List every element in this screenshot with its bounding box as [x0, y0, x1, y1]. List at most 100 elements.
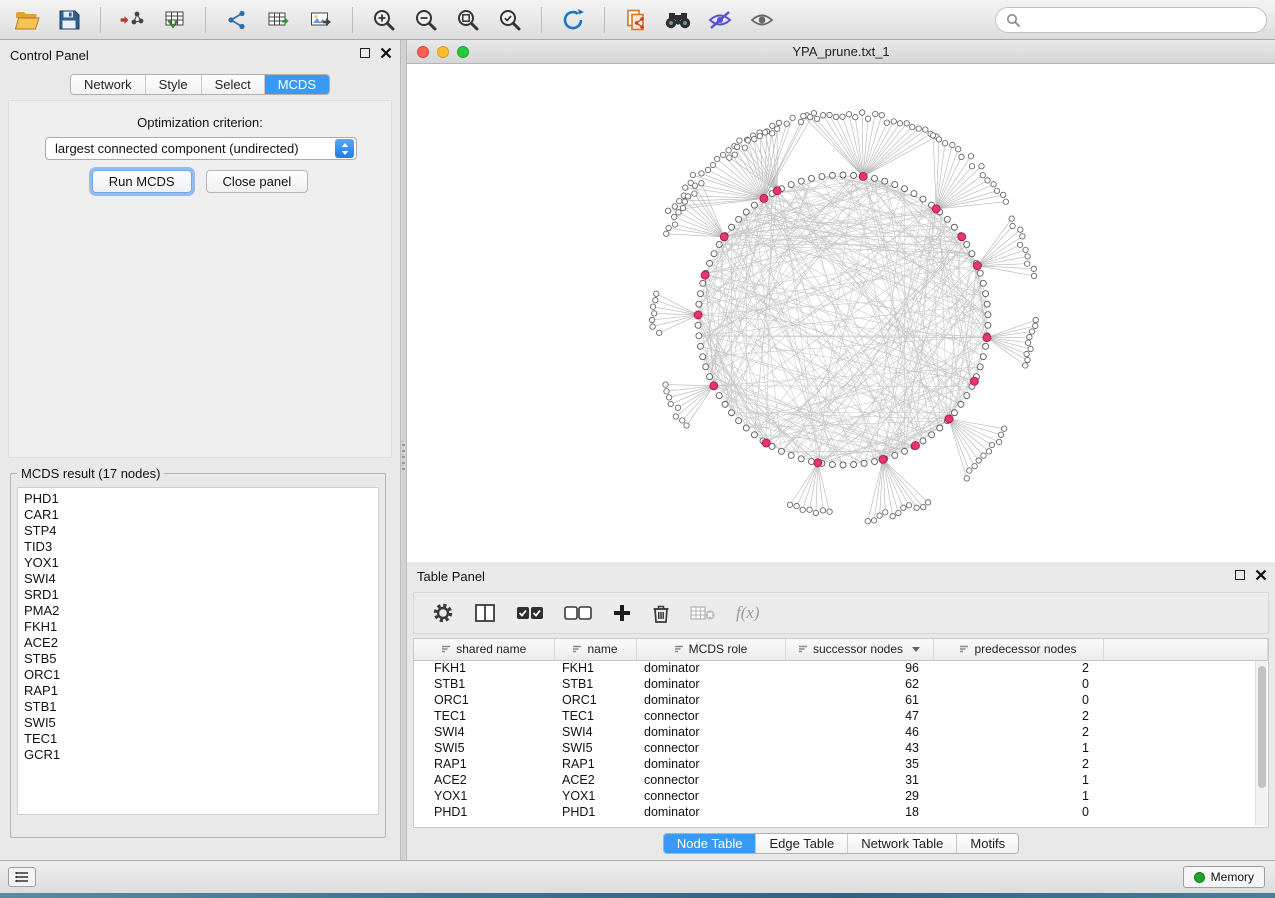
search-input[interactable] [1026, 12, 1256, 27]
network-canvas[interactable] [407, 64, 1275, 562]
table-cell-predecessor[interactable]: 2 [933, 724, 1103, 740]
mcds-result-item[interactable]: SWI5 [24, 715, 378, 731]
mcds-result-item[interactable]: TEC1 [24, 731, 378, 747]
table-cell-name[interactable]: SWI5 [554, 740, 636, 756]
mcds-result-item[interactable]: SWI4 [24, 571, 378, 587]
table-row[interactable]: ORC1ORC1dominator610 [414, 692, 1268, 708]
table-cell-name[interactable]: STB1 [554, 676, 636, 692]
table-row[interactable]: YOX1YOX1connector291 [414, 788, 1268, 804]
save-button[interactable] [50, 3, 88, 37]
table-cell-shared_name[interactable]: SWI5 [414, 740, 554, 756]
mcds-result-item[interactable]: TID3 [24, 539, 378, 555]
column-header-shared-name[interactable]: shared name [414, 639, 554, 660]
table-cell-successor[interactable]: 61 [785, 692, 933, 708]
mcds-result-item[interactable]: RAP1 [24, 683, 378, 699]
table-row[interactable]: SWI4SWI4dominator462 [414, 724, 1268, 740]
zoom-fit-button[interactable] [449, 3, 487, 37]
table-cell-name[interactable]: SWI4 [554, 724, 636, 740]
table-cell-mcds_role[interactable]: connector [636, 788, 785, 804]
table-cell-predecessor[interactable]: 1 [933, 788, 1103, 804]
table-cell-name[interactable]: ACE2 [554, 772, 636, 788]
scrollbar-thumb[interactable] [1258, 666, 1266, 788]
export-table-button[interactable] [260, 3, 298, 37]
float-panel-icon[interactable] [360, 48, 370, 58]
table-cell-predecessor[interactable]: 1 [933, 740, 1103, 756]
tab-network-table[interactable]: Network Table [847, 834, 956, 853]
delete-row-button[interactable] [652, 596, 670, 630]
mcds-result-item[interactable]: CAR1 [24, 507, 378, 523]
table-cell-name[interactable]: TEC1 [554, 708, 636, 724]
table-cell-shared_name[interactable]: YOX1 [414, 788, 554, 804]
mcds-result-item[interactable]: GCR1 [24, 747, 378, 763]
table-cell-mcds_role[interactable]: dominator [636, 660, 785, 676]
table-cell-mcds_role[interactable]: dominator [636, 724, 785, 740]
table-cell-shared_name[interactable]: FKH1 [414, 660, 554, 676]
table-cell-predecessor[interactable]: 1 [933, 772, 1103, 788]
deselect-all-button[interactable] [564, 596, 592, 630]
table-cell-successor[interactable]: 46 [785, 724, 933, 740]
clear-table-button[interactable] [690, 596, 716, 630]
tab-style[interactable]: Style [145, 75, 201, 94]
table-cell-mcds_role[interactable]: dominator [636, 756, 785, 772]
show-columns-button[interactable] [474, 596, 496, 630]
search-network-button[interactable] [659, 3, 697, 37]
table-cell-successor[interactable]: 62 [785, 676, 933, 692]
criterion-dropdown[interactable]: largest connected component (undirected) [45, 137, 357, 160]
mcds-result-item[interactable]: SRD1 [24, 587, 378, 603]
tab-mcds[interactable]: MCDS [264, 75, 329, 94]
tab-node-table[interactable]: Node Table [664, 834, 756, 853]
table-cell-name[interactable]: PHD1 [554, 804, 636, 820]
show-view-button[interactable] [743, 3, 781, 37]
table-cell-mcds_role[interactable]: connector [636, 772, 785, 788]
table-cell-successor[interactable]: 31 [785, 772, 933, 788]
mcds-result-item[interactable]: PHD1 [24, 491, 378, 507]
table-row[interactable]: ACE2ACE2connector311 [414, 772, 1268, 788]
function-builder-button[interactable]: f(x) [736, 596, 760, 630]
table-cell-shared_name[interactable]: ORC1 [414, 692, 554, 708]
table-cell-shared_name[interactable]: ACE2 [414, 772, 554, 788]
table-row[interactable]: STB1STB1dominator620 [414, 676, 1268, 692]
table-cell-mcds_role[interactable]: dominator [636, 804, 785, 820]
tab-edge-table[interactable]: Edge Table [755, 834, 847, 853]
table-row[interactable]: TEC1TEC1connector472 [414, 708, 1268, 724]
mcds-result-list[interactable]: PHD1CAR1STP4TID3YOX1SWI4SRD1PMA2FKH1ACE2… [17, 487, 379, 815]
table-cell-successor[interactable]: 35 [785, 756, 933, 772]
table-cell-mcds_role[interactable]: dominator [636, 676, 785, 692]
mcds-result-item[interactable]: STB5 [24, 651, 378, 667]
table-cell-mcds_role[interactable]: connector [636, 708, 785, 724]
table-cell-successor[interactable]: 29 [785, 788, 933, 804]
export-image-button[interactable] [302, 3, 340, 37]
table-cell-predecessor[interactable]: 2 [933, 660, 1103, 676]
mcds-result-item[interactable]: ACE2 [24, 635, 378, 651]
column-header-mcds-role[interactable]: MCDS role [636, 639, 785, 660]
tab-select[interactable]: Select [201, 75, 264, 94]
table-cell-shared_name[interactable]: RAP1 [414, 756, 554, 772]
table-row[interactable]: RAP1RAP1dominator352 [414, 756, 1268, 772]
table-cell-name[interactable]: RAP1 [554, 756, 636, 772]
mcds-result-item[interactable]: PMA2 [24, 603, 378, 619]
tab-network[interactable]: Network [71, 75, 145, 94]
mcds-result-item[interactable]: FKH1 [24, 619, 378, 635]
table-row[interactable]: SWI5SWI5connector431 [414, 740, 1268, 756]
table-cell-predecessor[interactable]: 0 [933, 692, 1103, 708]
close-panel-button[interactable]: Close panel [206, 170, 309, 193]
export-network-button[interactable] [218, 3, 256, 37]
select-all-button[interactable] [516, 596, 544, 630]
table-cell-predecessor[interactable]: 0 [933, 676, 1103, 692]
table-cell-successor[interactable]: 47 [785, 708, 933, 724]
share-documents-button[interactable] [617, 3, 655, 37]
table-cell-successor[interactable]: 96 [785, 660, 933, 676]
run-mcds-button[interactable]: Run MCDS [92, 170, 192, 193]
table-cell-predecessor[interactable]: 2 [933, 708, 1103, 724]
close-table-panel-icon[interactable] [1255, 569, 1267, 581]
table-cell-name[interactable]: YOX1 [554, 788, 636, 804]
close-panel-icon[interactable] [380, 47, 392, 59]
search-field[interactable] [995, 7, 1267, 33]
tab-motifs[interactable]: Motifs [956, 834, 1018, 853]
column-header-name[interactable]: name [554, 639, 636, 660]
table-cell-mcds_role[interactable]: dominator [636, 692, 785, 708]
table-cell-mcds_role[interactable]: connector [636, 740, 785, 756]
mcds-result-item[interactable]: STB1 [24, 699, 378, 715]
column-header-predecessor-nodes[interactable]: predecessor nodes [933, 639, 1103, 660]
table-cell-shared_name[interactable]: SWI4 [414, 724, 554, 740]
